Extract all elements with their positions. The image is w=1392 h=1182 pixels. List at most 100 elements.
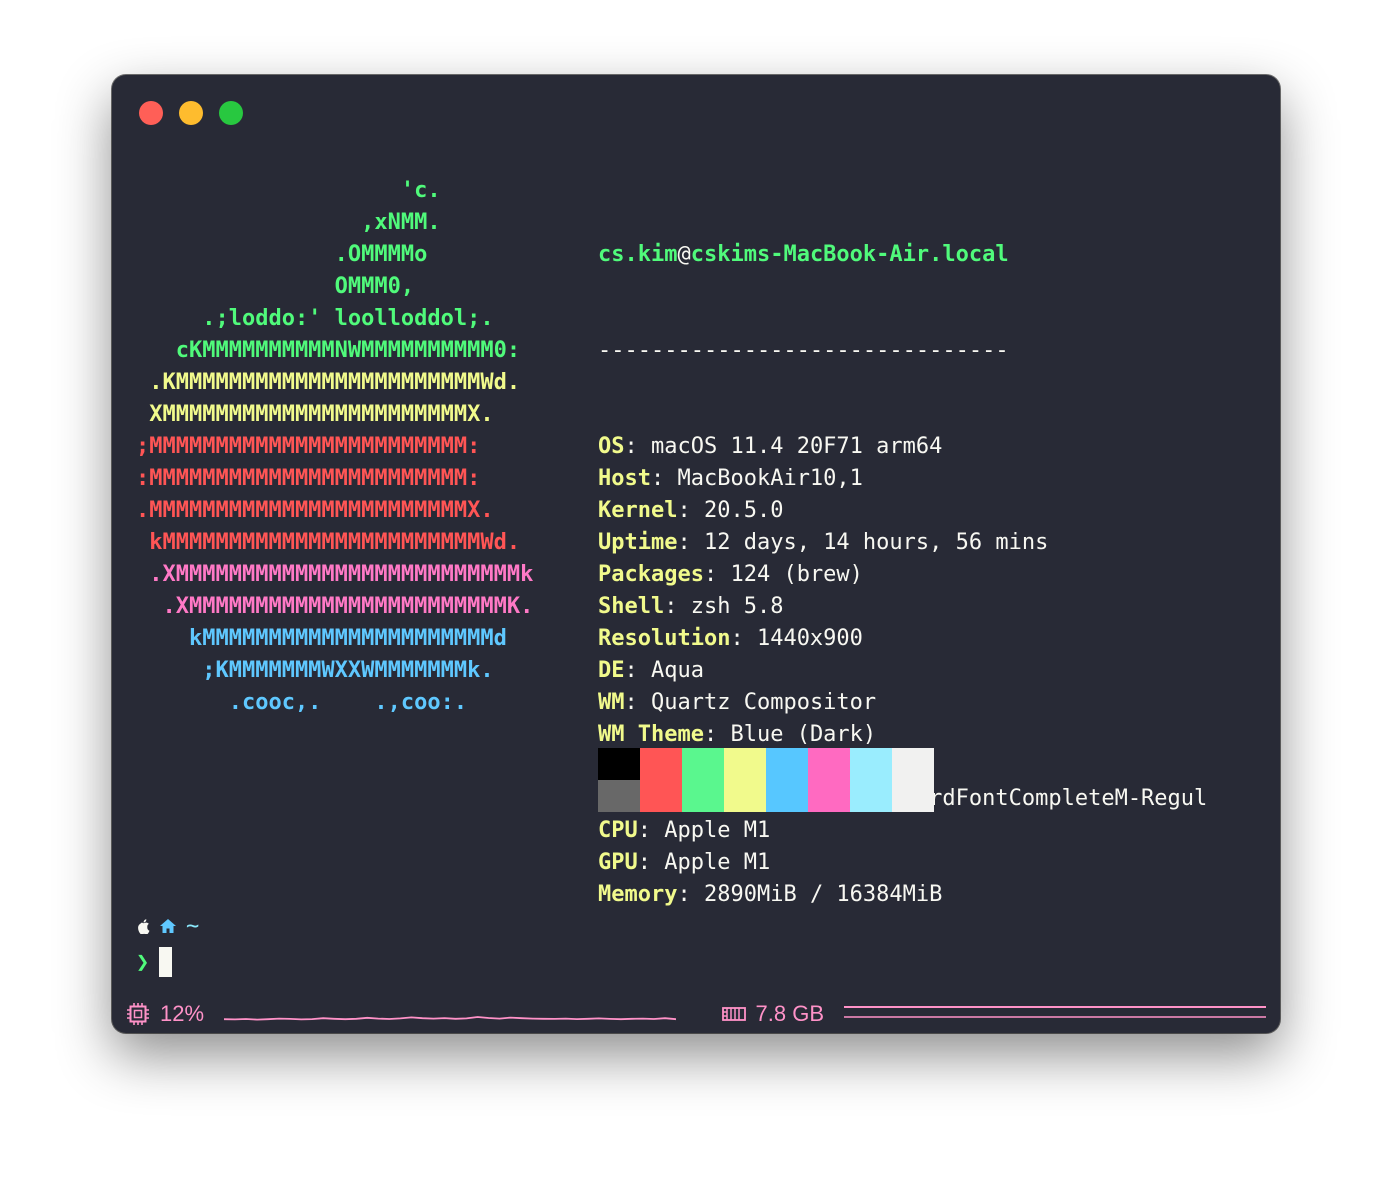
info-colon: : — [664, 594, 691, 619]
info-key: Resolution — [598, 626, 731, 651]
info-colon: : — [677, 498, 704, 523]
info-row: Uptime: 12 days, 14 hours, 56 mins — [598, 527, 1207, 559]
hostname: cskims-MacBook-Air.local — [690, 242, 1009, 267]
info-value: 124 (brew) — [730, 562, 863, 587]
close-button[interactable] — [139, 101, 163, 125]
info-key: GPU — [598, 850, 638, 875]
prompt-input-line[interactable]: ❯ — [136, 947, 199, 977]
minimize-button[interactable] — [179, 101, 203, 125]
logo-line: XMMMMMMMMMMMMMMMMMMMMMMMX. — [136, 402, 494, 427]
zoom-button[interactable] — [219, 101, 243, 125]
logo-line: :MMMMMMMMMMMMMMMMMMMMMMMM: — [136, 466, 481, 491]
username: cs.kim — [598, 242, 678, 267]
info-colon: : — [637, 818, 665, 843]
info-row: CPU: Apple M1 — [598, 815, 1207, 847]
palette-row-bottom — [598, 780, 934, 812]
window-controls — [139, 101, 243, 125]
color-swatch — [850, 748, 892, 780]
system-info: cs.kim@cskims-MacBook-Air.local --------… — [598, 175, 1207, 975]
info-row: Memory: 2890MiB / 16384MiB — [598, 879, 1207, 911]
color-swatch — [640, 748, 682, 780]
logo-line: ;KMMMMMMMWXXWMMMMMMMk. — [136, 658, 494, 683]
color-swatch — [640, 780, 682, 812]
info-row: Resolution: 1440x900 — [598, 623, 1207, 655]
logo-line: kMMMMMMMMMMMMMMMMMMMMMMd — [136, 626, 507, 651]
logo-line: .XMMMMMMMMMMMMMMMMMMMMMMMMMMk — [136, 562, 534, 587]
color-swatch — [766, 748, 808, 780]
info-row: DE: Aqua — [598, 655, 1207, 687]
info-value: MacBookAir10,1 — [677, 466, 863, 491]
apple-ascii-logo: 'c. ,xNMM. .OMMMMo OMMM0, .;loddo:' lool… — [136, 175, 533, 719]
memory-icon — [721, 1007, 746, 1021]
logo-line: ;MMMMMMMMMMMMMMMMMMMMMMMM: — [136, 434, 481, 459]
info-key: OS — [598, 434, 625, 459]
at-sign: @ — [677, 242, 691, 267]
info-value: zsh 5.8 — [690, 594, 784, 619]
info-row: WM Theme: Blue (Dark) — [598, 719, 1207, 751]
color-swatch — [850, 780, 892, 812]
shell-prompt: ~ ❯ — [136, 913, 199, 977]
info-colon: : — [650, 466, 678, 491]
logo-line: .MMMMMMMMMMMMMMMMMMMMMMMMX. — [136, 498, 494, 523]
info-colon: : — [703, 562, 731, 587]
info-key: Shell — [598, 594, 665, 619]
terminal-window: 'c. ,xNMM. .OMMMMo OMMM0, .;loddo:' lool… — [112, 75, 1280, 1033]
info-row: Shell: zsh 5.8 — [598, 591, 1207, 623]
color-swatch — [766, 780, 808, 812]
apple-icon — [138, 919, 150, 934]
info-value: Aqua — [651, 658, 704, 683]
text-cursor[interactable] — [159, 947, 173, 977]
status-bar: 12% 7.8 GB — [126, 999, 1266, 1029]
color-swatch — [682, 748, 724, 780]
color-swatch — [808, 748, 850, 780]
logo-line: .cooc,. .,coo:. — [136, 690, 468, 715]
info-key: Packages — [598, 562, 704, 587]
info-key: Host — [598, 466, 651, 491]
info-rows: OS: macOS 11.4 20F71 arm64 Host: MacBookA… — [598, 431, 1207, 911]
info-colon: : — [637, 850, 665, 875]
info-row: Kernel: 20.5.0 — [598, 495, 1207, 527]
info-key: CPU — [598, 818, 638, 843]
prompt-context: ~ — [136, 913, 199, 939]
logo-line: .KMMMMMMMMMMMMMMMMMMMMMMMWd. — [136, 370, 521, 395]
info-colon: : — [624, 658, 651, 683]
cpu-usage: 12% — [160, 1001, 205, 1026]
color-swatch — [724, 780, 766, 812]
info-colon: : — [703, 722, 731, 747]
palette-row-top — [598, 748, 934, 780]
color-swatch — [892, 748, 934, 780]
info-value: 12 days, 14 hours, 56 mins — [703, 530, 1049, 555]
info-value: 1440x900 — [756, 626, 863, 651]
info-key: WM — [598, 690, 625, 715]
cpu-graph — [224, 1016, 677, 1021]
info-row: Host: MacBookAir10,1 — [598, 463, 1207, 495]
info-value: Quartz Compositor — [651, 690, 877, 715]
info-key: Uptime — [598, 530, 678, 555]
info-key: DE — [598, 658, 625, 683]
logo-line: kMMMMMMMMMMMMMMMMMMMMMMMMWd. — [136, 530, 521, 555]
info-value: Apple M1 — [664, 850, 771, 875]
logo-line: .;loddo:' loolloddol;. — [136, 306, 494, 331]
info-key: Memory — [598, 882, 678, 907]
info-colon: : — [677, 530, 704, 555]
color-swatch — [598, 748, 640, 780]
info-row: WM: Quartz Compositor — [598, 687, 1207, 719]
info-value: 2890MiB / 16384MiB — [703, 882, 943, 907]
color-swatch — [682, 780, 724, 812]
info-colon: : — [624, 434, 651, 459]
cpu-graph-line — [224, 1016, 677, 1021]
info-colon: : — [677, 882, 704, 907]
memory-graph — [844, 1006, 1266, 1018]
logo-line: .XMMMMMMMMMMMMMMMMMMMMMMMMK. — [136, 594, 534, 619]
info-colon: : — [624, 690, 651, 715]
logo-line: ,xNMM. — [136, 210, 441, 235]
memory-usage: 7.8 GB — [755, 1001, 824, 1026]
info-value: macOS 11.4 20F71 arm64 — [651, 434, 943, 459]
logo-line: cKMMMMMMMMMMNWMMMMMMMMMM0: — [136, 338, 521, 363]
cpu-icon — [127, 1003, 149, 1025]
info-key: Kernel — [598, 498, 678, 523]
home-icon — [160, 919, 176, 933]
info-colon: : — [730, 626, 757, 651]
color-swatch — [808, 780, 850, 812]
current-path: ~ — [186, 913, 200, 939]
